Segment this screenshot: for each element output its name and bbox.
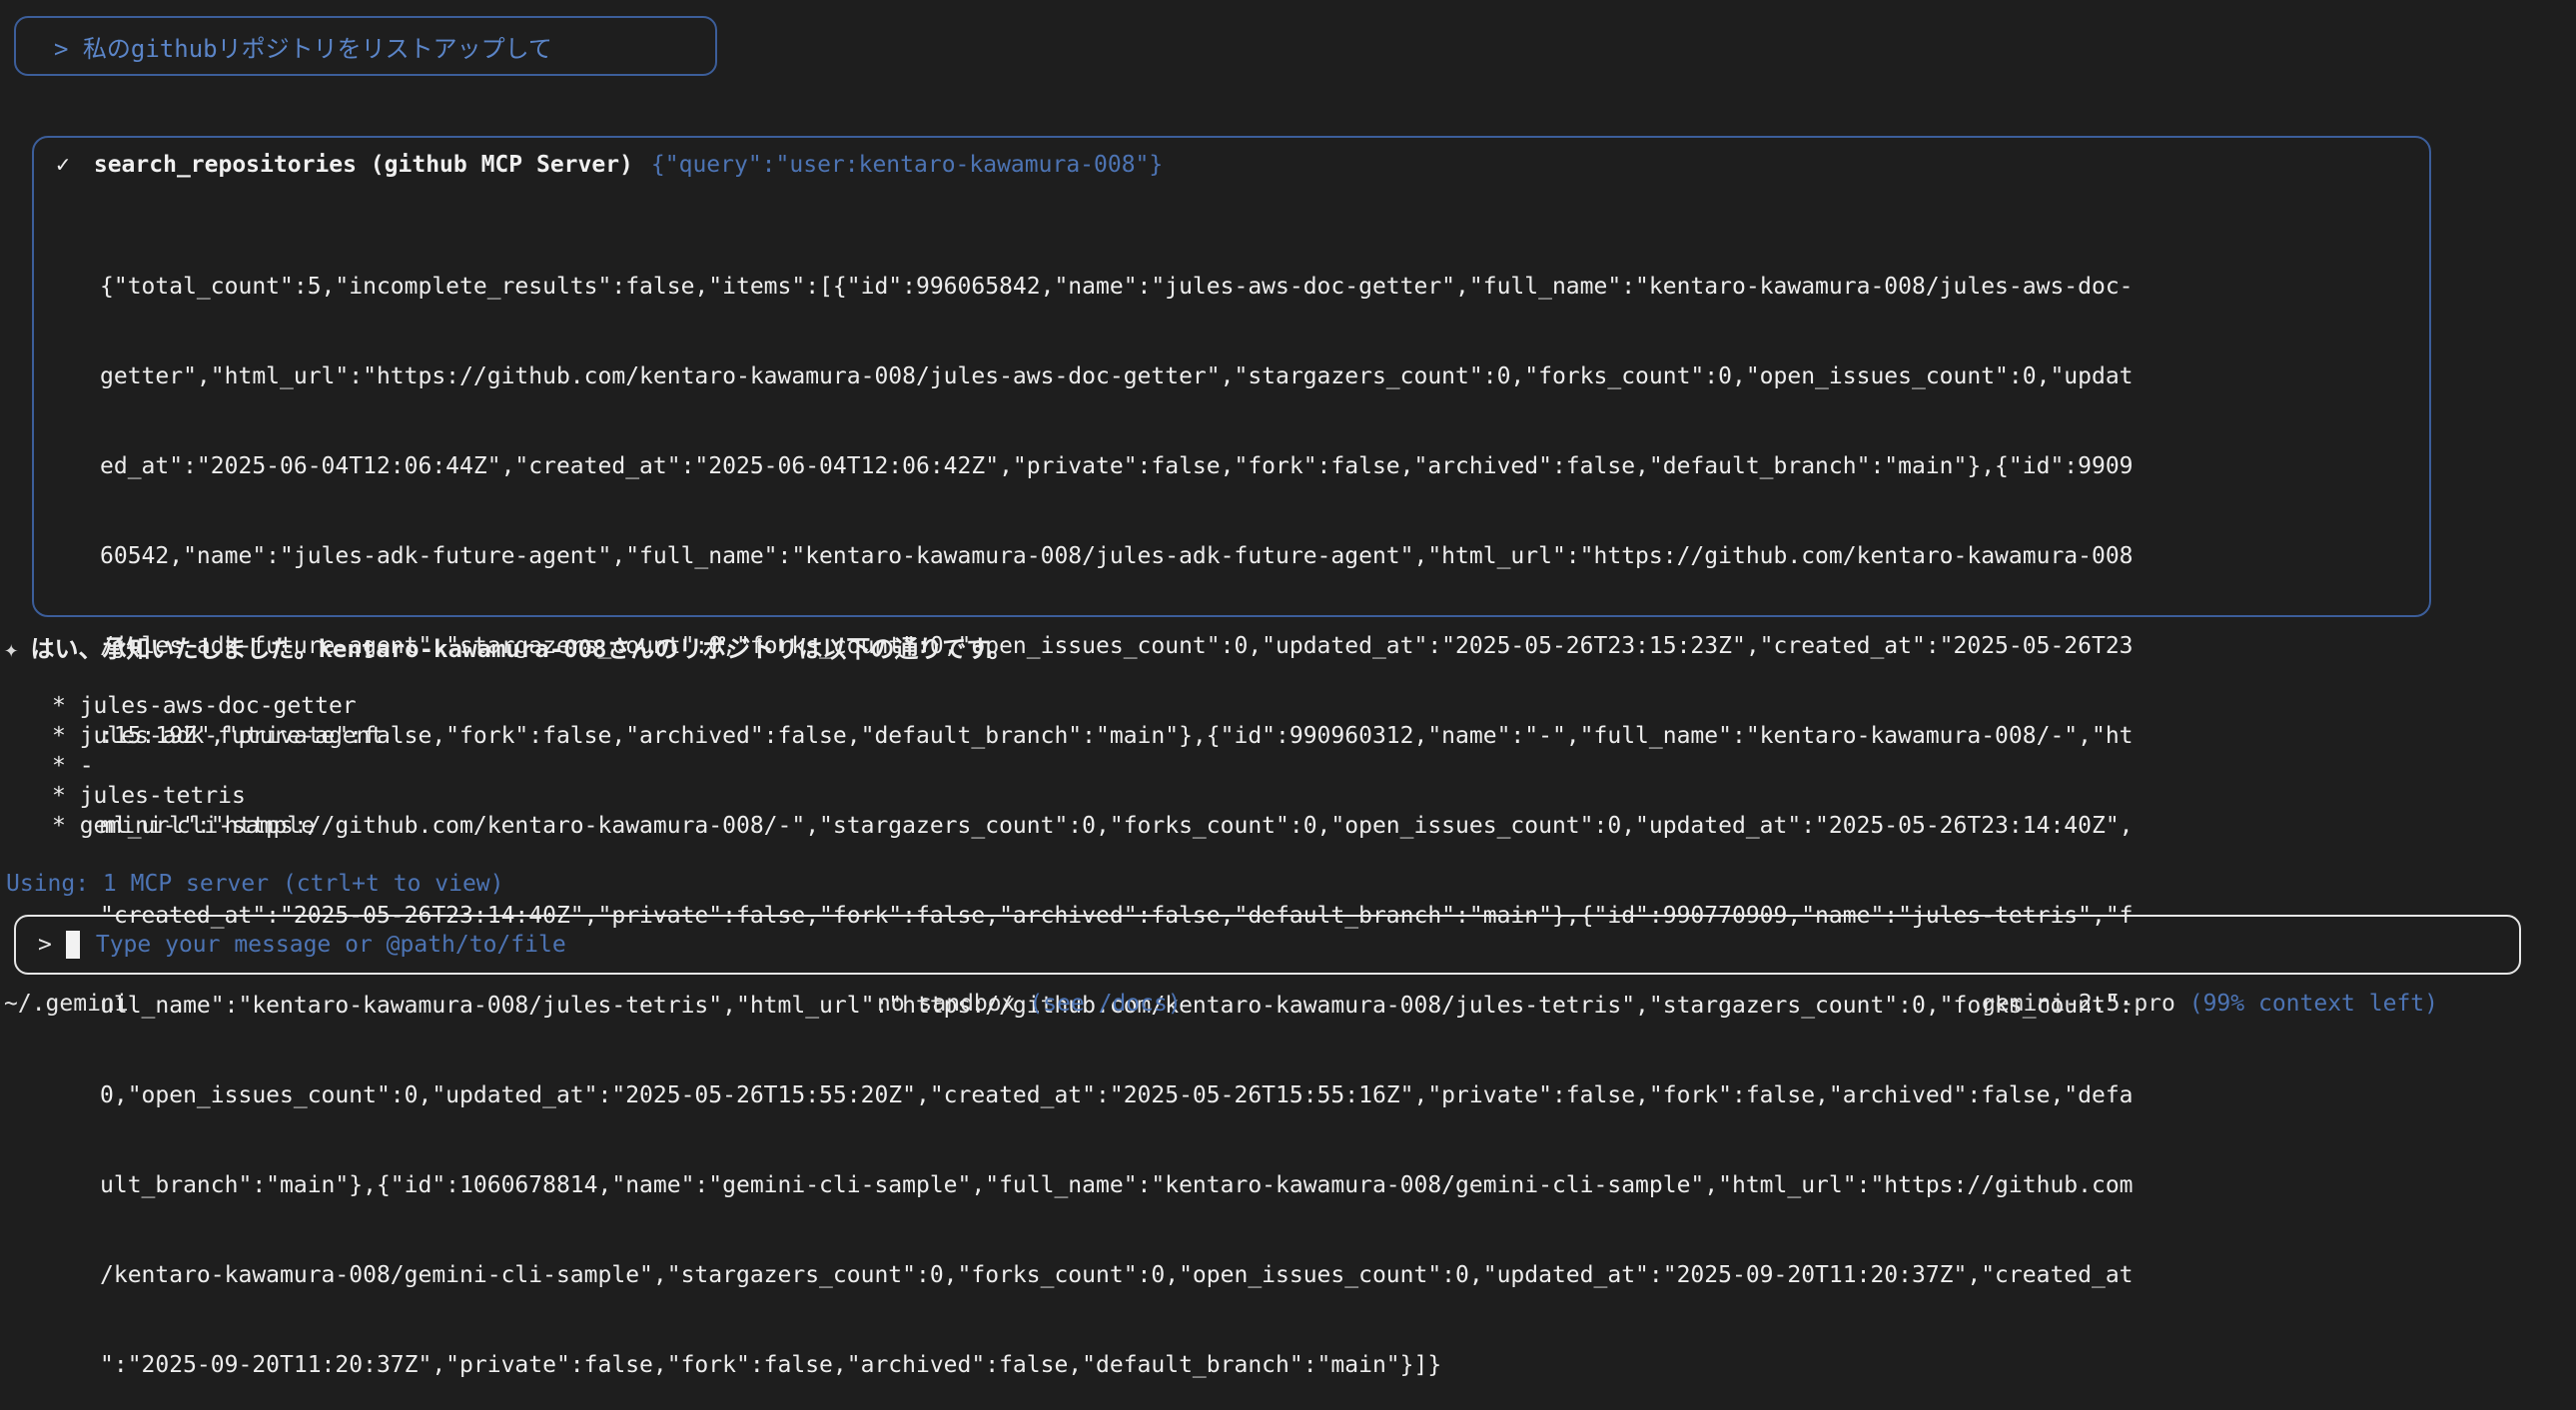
repo-list: * jules-aws-doc-getter * jules-adk-futur… xyxy=(52,691,384,841)
user-prompt-text: > 私のgithubリポジトリをリストアップして xyxy=(54,34,552,63)
tool-args: {"query":"user:kentaro-kawamura-008"} xyxy=(650,152,1164,178)
tool-output-line: /kentaro-kawamura-008/gemini-cli-sample"… xyxy=(100,1262,2134,1288)
tool-output-line: getter","html_url":"https://github.com/k… xyxy=(100,363,2134,389)
tool-name: search_repositories (github MCP Server) xyxy=(93,152,633,178)
mcp-status: Using: 1 MCP server (ctrl+t to view) xyxy=(6,871,504,897)
text-cursor xyxy=(65,931,80,959)
footer-sandbox: no sandbox (see /docs) xyxy=(877,991,1182,1017)
footer-model: gemini-2.5-pro (99% context left) xyxy=(1982,991,2438,1017)
list-item: * - xyxy=(52,753,94,779)
tool-output-line: 0,"open_issues_count":0,"updated_at":"20… xyxy=(100,1082,2134,1108)
check-icon: ✓ xyxy=(56,152,70,178)
sparkle-icon: ✦ xyxy=(4,635,19,663)
tool-output-line: ult_branch":"main"},{"id":1060678814,"na… xyxy=(100,1172,2134,1198)
answer-text: はい、承知いたしました。kentaro-kawamura-008さんのリポジトリ… xyxy=(30,635,1013,663)
tool-output-line: 60542,"name":"jules-adk-future-agent","f… xyxy=(100,543,2134,569)
message-input-box[interactable]: > xyxy=(14,915,2521,975)
model-name: gemini-2.5-pro xyxy=(1982,991,2175,1017)
context-left: (99% context left) xyxy=(2188,991,2438,1017)
prompt-chevron-icon: > xyxy=(38,932,52,958)
tool-output: {"total_count":5,"incomplete_results":fa… xyxy=(100,212,2397,1410)
sandbox-status: no sandbox xyxy=(877,991,1016,1017)
message-input[interactable] xyxy=(95,932,2393,958)
tool-output-line: ed_at":"2025-06-04T12:06:44Z","created_a… xyxy=(100,453,2134,479)
assistant-answer: ✦ はい、承知いたしました。kentaro-kawamura-008さんのリポジト… xyxy=(4,629,1012,664)
sandbox-docs-hint: (see /docs) xyxy=(1029,991,1182,1017)
list-item: * gemini-cli-sample xyxy=(52,813,316,839)
list-item: * jules-tetris xyxy=(52,783,246,809)
user-prompt-echo: > 私のgithubリポジトリをリストアップして xyxy=(14,16,717,76)
list-item: * jules-adk-future-agent xyxy=(52,723,385,749)
tool-output-line: :15:19Z","private":false,"fork":false,"a… xyxy=(100,723,2134,749)
tool-call-header: ✓ search_repositories (github MCP Server)… xyxy=(56,152,1163,178)
footer-cwd: ~/.gemini xyxy=(4,991,129,1017)
tool-output-line: {"total_count":5,"incomplete_results":fa… xyxy=(100,274,2134,300)
list-item: * jules-aws-doc-getter xyxy=(52,693,357,719)
tool-output-line: ml_url":"https://github.com/kentaro-kawa… xyxy=(100,813,2134,839)
tool-output-line: ":"2025-09-20T11:20:37Z","private":false… xyxy=(100,1352,1442,1378)
